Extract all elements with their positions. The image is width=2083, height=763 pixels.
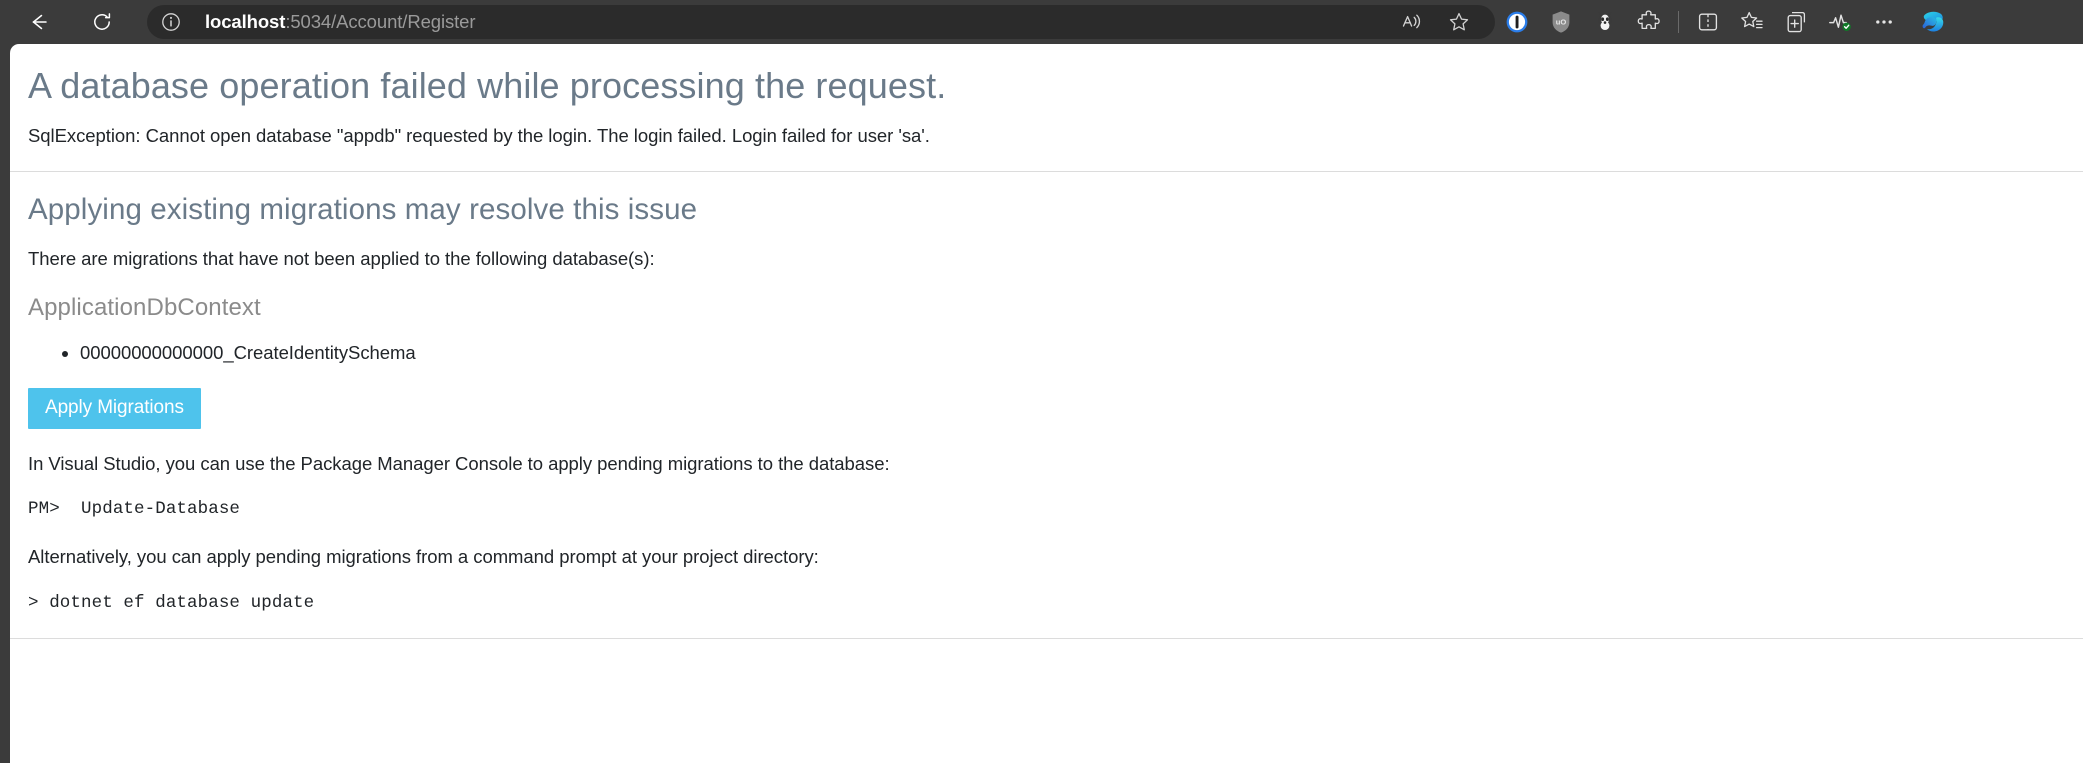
- exception-message: SqlException: Cannot open database "appd…: [28, 125, 930, 147]
- address-bar[interactable]: localhost:5034/Account/Register: [147, 5, 1495, 39]
- list-item: 00000000000000_CreateIdentitySchema: [80, 339, 2083, 367]
- collections-icon: [1787, 11, 1806, 33]
- site-information-icon[interactable]: [161, 12, 181, 32]
- reload-button[interactable]: [82, 6, 122, 38]
- db-context-name: ApplicationDbContext: [28, 294, 261, 322]
- migrations-intro: There are migrations that have not been …: [28, 248, 655, 270]
- url-host: localhost: [205, 11, 286, 32]
- page-viewport: A database operation failed while proces…: [0, 44, 2083, 763]
- ellipsis-icon: [1876, 20, 1892, 24]
- pending-migrations-list: 00000000000000_CreateIdentitySchema: [80, 339, 2083, 367]
- section-divider: [10, 171, 2083, 173]
- page-title: A database operation failed while proces…: [28, 65, 947, 106]
- star-icon: [1449, 12, 1469, 31]
- split-screen-button[interactable]: [1686, 5, 1730, 39]
- cli-command: > dotnet ef database update: [28, 593, 315, 614]
- svg-text:uO: uO: [1556, 18, 1567, 27]
- settings-and-more-button[interactable]: [1862, 5, 1906, 39]
- copilot-button[interactable]: [1912, 5, 1956, 39]
- apply-migrations-button[interactable]: Apply Migrations: [28, 387, 201, 429]
- footer-divider: [10, 638, 2083, 640]
- favorites-list-button[interactable]: [1730, 5, 1774, 39]
- error-page: A database operation failed while proces…: [10, 44, 2083, 763]
- back-button[interactable]: [18, 6, 58, 38]
- browser-essentials-icon: [1829, 14, 1851, 31]
- browser-essentials-button[interactable]: [1818, 5, 1862, 39]
- toolbar-actions: uO: [1495, 0, 1966, 44]
- favorites-list-icon: [1741, 11, 1763, 29]
- privacy-badger-button[interactable]: [1583, 5, 1627, 39]
- 1password-button[interactable]: [1495, 5, 1539, 39]
- alternative-note: Alternatively, you can apply pending mig…: [28, 546, 819, 568]
- collections-button[interactable]: [1774, 5, 1818, 39]
- url-path: :5034/Account/Register: [285, 11, 476, 32]
- copilot-icon: [1922, 11, 1944, 32]
- read-aloud-button[interactable]: [1389, 5, 1433, 39]
- package-manager-command: PM> Update-Database: [28, 499, 241, 520]
- visual-studio-note: In Visual Studio, you can use the Packag…: [28, 452, 890, 474]
- migrations-section-heading: Applying existing migrations may resolve…: [28, 193, 698, 227]
- ublock-origin-icon: uO: [1552, 11, 1570, 33]
- privacy-badger-icon: [1598, 12, 1612, 30]
- puzzle-piece-icon: [1637, 10, 1660, 30]
- refresh-icon: [94, 13, 111, 30]
- 1password-icon: [1506, 11, 1528, 33]
- extensions-button[interactable]: [1627, 5, 1671, 39]
- url-text[interactable]: localhost:5034/Account/Register: [205, 11, 1389, 33]
- browser-toolbar: localhost:5034/Account/Register uO: [0, 0, 2083, 44]
- add-favorite-button[interactable]: [1437, 5, 1481, 39]
- toolbar-divider: [1678, 11, 1679, 33]
- back-arrow-icon: [32, 14, 47, 30]
- split-screen-icon: [1698, 13, 1718, 31]
- read-aloud-icon: [1402, 14, 1421, 29]
- ublock-origin-button[interactable]: uO: [1539, 5, 1583, 39]
